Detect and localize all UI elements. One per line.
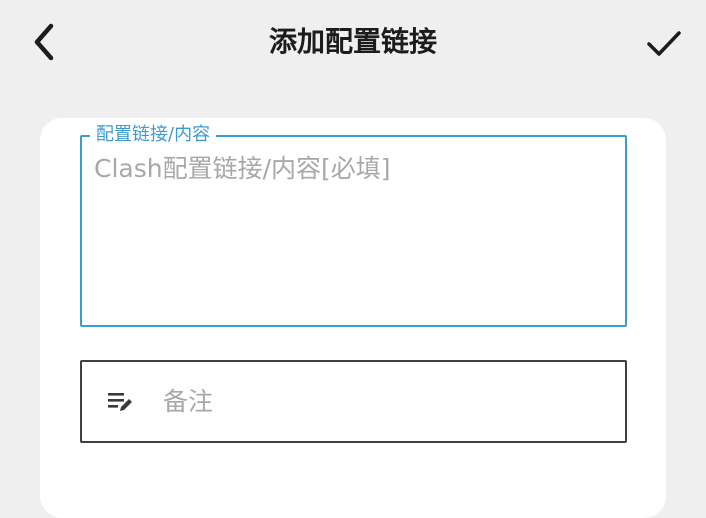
chevron-left-icon xyxy=(34,23,54,61)
note-field[interactable]: 备注 xyxy=(80,360,627,443)
page-title: 添加配置链接 xyxy=(268,25,437,58)
config-link-field-label: 配置链接/内容 xyxy=(90,124,217,146)
app-bar: 添加配置链接 xyxy=(0,0,706,88)
checkmark-icon xyxy=(647,31,681,56)
confirm-button[interactable] xyxy=(640,20,688,68)
back-button[interactable] xyxy=(22,20,66,64)
config-link-field[interactable]: 配置链接/内容 Clash配置链接/内容[必填] xyxy=(80,124,627,327)
note-placeholder: 备注 xyxy=(163,387,214,416)
form-card: 配置链接/内容 Clash配置链接/内容[必填] 备注 xyxy=(40,118,666,518)
config-link-placeholder: Clash配置链接/内容[必填] xyxy=(94,154,391,183)
notes-edit-icon xyxy=(108,393,132,411)
